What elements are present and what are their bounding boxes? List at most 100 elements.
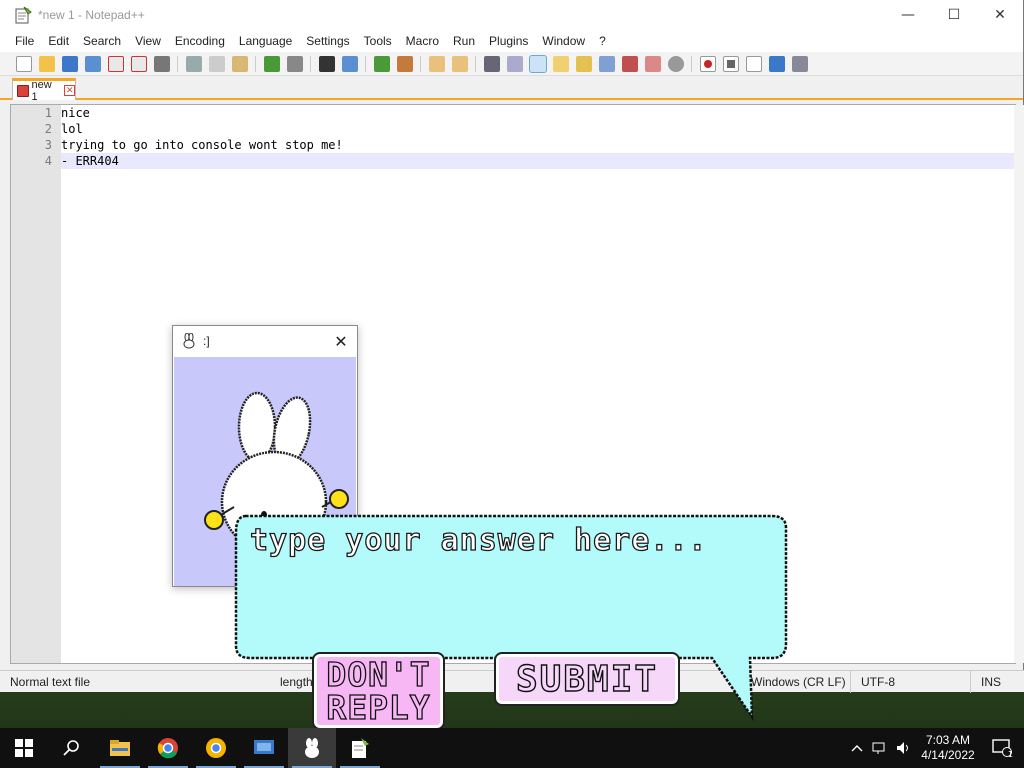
notepadpp-taskbar-icon[interactable]	[336, 728, 384, 768]
tab-bar: new 1 ✕	[0, 76, 1023, 103]
menu-plugins[interactable]: Plugins	[482, 34, 535, 48]
unsaved-icon	[17, 84, 29, 97]
popup-title: :]	[203, 334, 210, 348]
print-icon[interactable]	[153, 55, 170, 72]
save-icon[interactable]	[61, 55, 78, 72]
menu-language[interactable]: Language	[232, 34, 299, 48]
submit-button[interactable]: SUBMIT	[494, 652, 680, 706]
tab-new-1[interactable]: new 1 ✕	[12, 78, 76, 103]
popup-close-button[interactable]: ✕	[331, 331, 351, 351]
notepadpp-icon	[14, 6, 32, 24]
popup-title-bar[interactable]: :] ✕	[173, 326, 357, 356]
maximize-button[interactable]: ☐	[931, 0, 977, 30]
menu-edit[interactable]: Edit	[41, 34, 76, 48]
notification-count: 1	[1007, 750, 1013, 759]
close-button[interactable]: ✕	[977, 0, 1023, 30]
windows-icon	[15, 739, 33, 757]
doc-map-icon[interactable]	[575, 55, 592, 72]
show-all-chars-icon[interactable]	[506, 55, 523, 72]
status-encoding[interactable]: UTF-8	[850, 670, 970, 693]
volume-icon[interactable]	[892, 728, 916, 768]
menu-tools[interactable]: Tools	[357, 34, 399, 48]
window-title: *new 1 - Notepad++	[38, 8, 145, 22]
word-wrap-icon[interactable]	[483, 55, 500, 72]
redo-icon[interactable]	[286, 55, 303, 72]
menu-window[interactable]: Window	[535, 34, 592, 48]
monitoring-icon[interactable]	[644, 55, 661, 72]
chrome-taskbar-icon[interactable]	[144, 728, 192, 768]
copy-icon[interactable]	[208, 55, 225, 72]
undo-icon[interactable]	[263, 55, 280, 72]
cut-icon[interactable]	[185, 55, 202, 72]
network-icon[interactable]	[868, 728, 892, 768]
toolbar-divider	[255, 55, 256, 72]
find-icon[interactable]	[318, 55, 335, 72]
close-file-icon[interactable]	[107, 55, 124, 72]
toolbar-divider	[691, 55, 692, 72]
close-all-icon[interactable]	[130, 55, 147, 72]
toolbar-divider	[475, 55, 476, 72]
menu-macro[interactable]: Macro	[399, 34, 446, 48]
control-panel-taskbar-icon[interactable]	[240, 728, 288, 768]
indent-guide-icon[interactable]	[528, 54, 547, 73]
menu-encoding[interactable]: Encoding	[168, 34, 232, 48]
dont-reply-label-1: DON'T	[326, 655, 431, 694]
status-filetype: Normal text file	[10, 674, 91, 689]
line-number-gutter: 1 2 3 4	[11, 105, 61, 663]
dont-reply-button[interactable]: DON'T REPLY	[312, 652, 445, 730]
system-clock[interactable]: 7:03 AM 4/14/2022	[916, 733, 980, 763]
bunny-app-taskbar-icon[interactable]	[288, 728, 336, 768]
new-file-icon[interactable]	[15, 55, 32, 72]
code-line[interactable]: nice	[61, 105, 1015, 121]
toolbar-divider	[420, 55, 421, 72]
save-macro-icon[interactable]	[791, 55, 808, 72]
play-macro-icon[interactable]	[745, 55, 762, 72]
action-center-button[interactable]: 1	[980, 728, 1024, 768]
status-insert-mode: INS	[970, 670, 1024, 693]
tab-close-icon[interactable]: ✕	[64, 85, 75, 96]
menu-run[interactable]: Run	[446, 34, 482, 48]
paste-icon[interactable]	[231, 55, 248, 72]
record-macro-icon[interactable]	[699, 55, 716, 72]
menu-settings[interactable]: Settings	[299, 34, 356, 48]
zoom-out-icon[interactable]	[396, 55, 413, 72]
title-bar[interactable]: *new 1 - Notepad++ — ☐ ✕	[0, 0, 1023, 30]
save-all-icon[interactable]	[84, 55, 101, 72]
show-hidden-icons-chevron-icon[interactable]	[846, 728, 868, 768]
bunny-icon	[181, 332, 197, 349]
answer-input-placeholder[interactable]: type your answer here...	[249, 522, 707, 558]
menu-help[interactable]: ?	[592, 34, 613, 48]
minimize-button[interactable]: —	[885, 0, 931, 30]
line-number: 1	[44, 106, 52, 120]
line-number: 3	[44, 138, 52, 152]
folder-workspace-icon[interactable]	[621, 55, 638, 72]
line-number: 4	[44, 154, 52, 168]
menu-bar: File Edit Search View Encoding Language …	[0, 30, 1023, 52]
record-disabled-icon[interactable]	[667, 55, 684, 72]
replace-icon[interactable]	[341, 55, 358, 72]
function-list-icon[interactable]	[598, 55, 615, 72]
menu-search[interactable]: Search	[76, 34, 128, 48]
stop-macro-icon[interactable]	[722, 55, 739, 72]
line-number: 2	[44, 122, 52, 136]
menu-view[interactable]: View	[128, 34, 168, 48]
code-line[interactable]: lol	[61, 121, 1015, 137]
sync-vertical-icon[interactable]	[428, 55, 445, 72]
start-button[interactable]	[0, 728, 48, 768]
zoom-in-icon[interactable]	[373, 55, 390, 72]
search-button[interactable]	[48, 728, 96, 768]
vertical-scrollbar[interactable]	[1014, 105, 1024, 663]
code-line[interactable]: trying to go into console wont stop me!	[61, 137, 1015, 153]
code-line-current[interactable]: - ERR404	[61, 153, 1015, 169]
toolbar	[0, 52, 1023, 76]
open-folder-icon[interactable]	[38, 55, 55, 72]
clock-time: 7:03 AM	[925, 733, 971, 747]
sync-horizontal-icon[interactable]	[451, 55, 468, 72]
chrome-secondary-taskbar-icon[interactable]	[192, 728, 240, 768]
file-explorer-taskbar-icon[interactable]	[96, 728, 144, 768]
run-macro-multiple-icon[interactable]	[768, 55, 785, 72]
menu-file[interactable]: File	[8, 34, 41, 48]
search-icon	[63, 740, 79, 756]
udl-icon[interactable]	[552, 55, 569, 72]
taskbar: 7:03 AM 4/14/2022 1	[0, 728, 1024, 768]
